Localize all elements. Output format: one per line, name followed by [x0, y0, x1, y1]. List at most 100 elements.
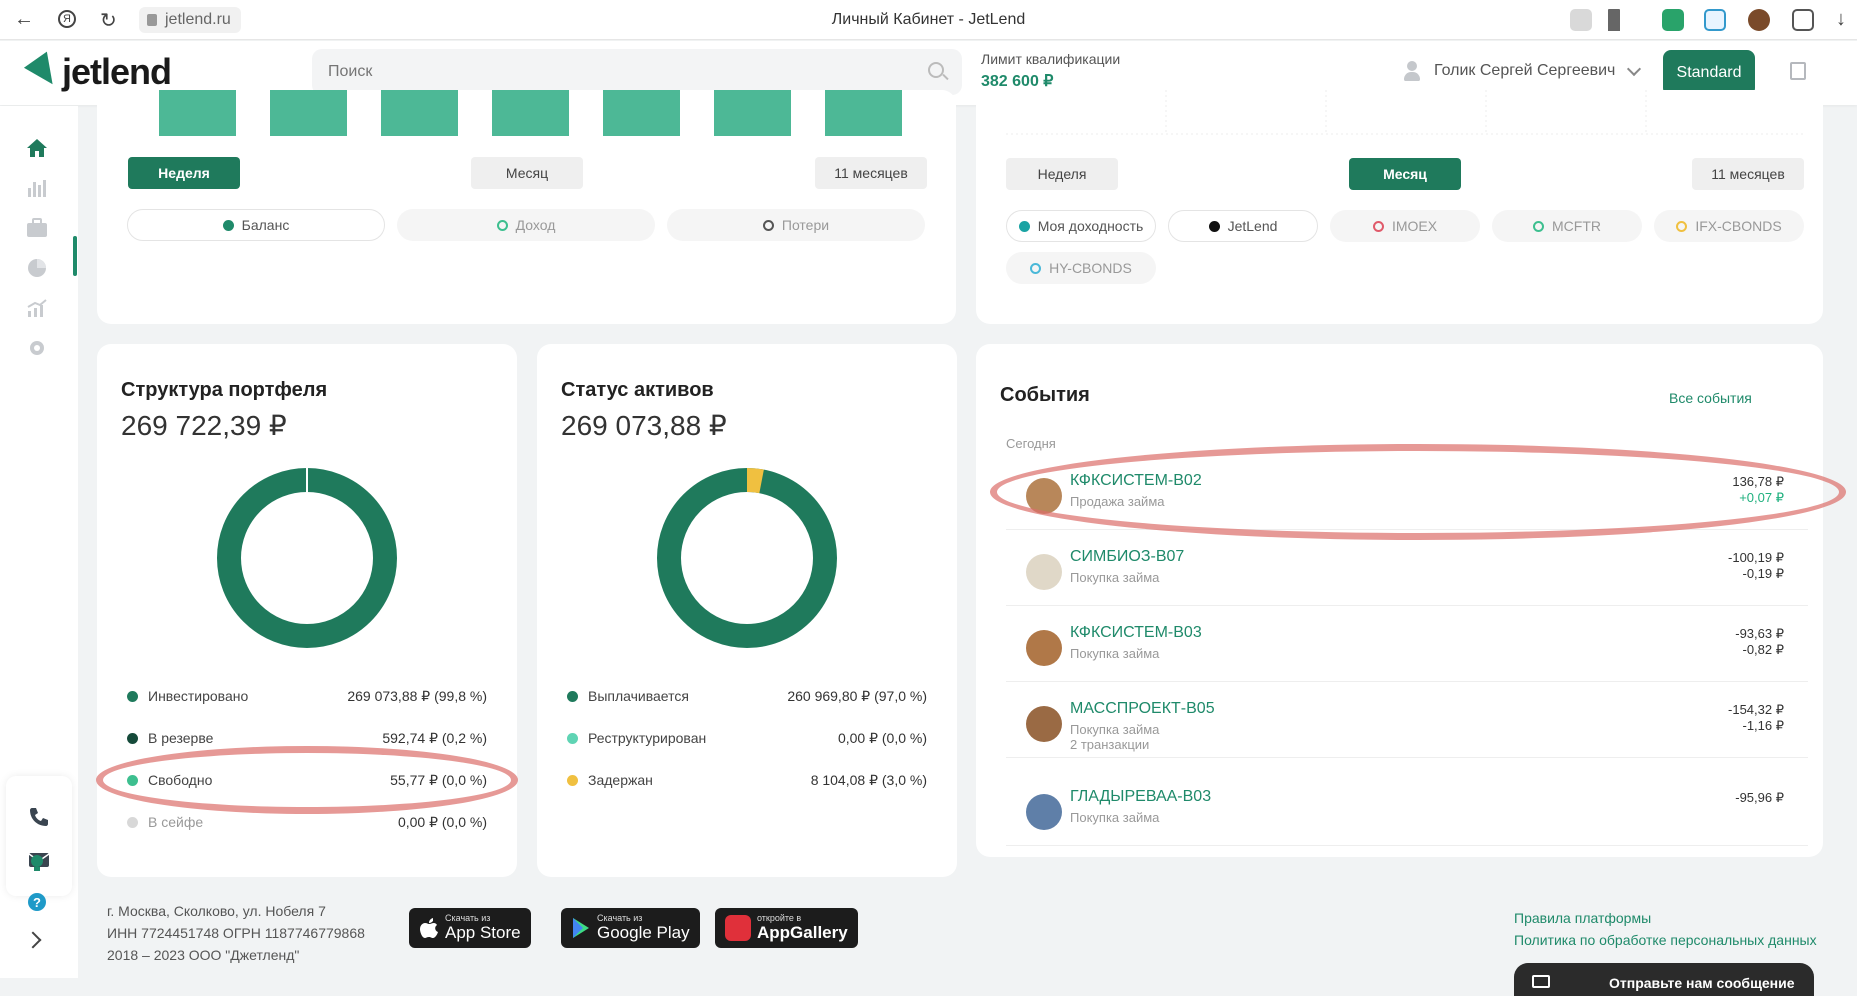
yield-period-week-button[interactable]: Неделя — [1006, 158, 1118, 190]
legend-label: Задержан — [588, 772, 653, 788]
legend-ifx-cbonds[interactable]: IFX-CBONDS — [1654, 210, 1804, 242]
search-icon[interactable] — [928, 62, 944, 78]
chevron-down-icon[interactable] — [1627, 61, 1642, 76]
balance-bar — [159, 90, 236, 136]
balance-bar — [492, 90, 569, 136]
user-menu[interactable]: Голик Сергей Сергеевич — [1404, 61, 1642, 81]
period-month-button[interactable]: Месяц — [471, 157, 583, 189]
yield-period-month-button[interactable]: Месяц — [1349, 158, 1461, 190]
phone-icon[interactable] — [28, 806, 50, 828]
legend-dot — [222, 219, 234, 231]
shield-extension-icon[interactable] — [1662, 9, 1684, 31]
bar-chart — [159, 90, 902, 136]
event-name[interactable]: КФКСИСТЕМ-В03 — [1070, 624, 1202, 642]
briefcase-icon[interactable] — [26, 218, 48, 238]
bookmark-icon[interactable] — [1608, 9, 1620, 31]
logout-icon[interactable] — [1790, 62, 1806, 80]
legend-ring — [1372, 220, 1384, 232]
home-icon[interactable] — [26, 138, 48, 158]
legend-dot — [567, 774, 578, 786]
company-avatar — [1026, 794, 1062, 830]
event-name[interactable]: МАССПРОЕКТ-В05 — [1070, 700, 1215, 718]
message-icon — [1532, 975, 1550, 988]
cookie-icon[interactable] — [1748, 9, 1770, 31]
portfolio-title: Структура портфеля — [121, 379, 328, 401]
legend-ring — [496, 219, 508, 231]
privacy-policy-link[interactable]: Политика по обработке персональных данны… — [1514, 932, 1817, 948]
platform-rules-link[interactable]: Правила платформы — [1514, 910, 1651, 926]
asset-status-card: Статус активов 269 073,88 ₽ Выплачиваетс… — [537, 344, 957, 877]
svg-text:?: ? — [33, 895, 41, 910]
google-play-icon — [573, 918, 589, 938]
legend-ring — [762, 219, 774, 231]
event-row[interactable]: КФКСИСТЕМ-В02 Продажа займа 136,78 ₽ +0,07 … — [1006, 460, 1808, 530]
stats-icon[interactable] — [26, 178, 48, 198]
event-type: Продажа займа — [1070, 494, 1165, 509]
download-icon[interactable]: ↓ — [1836, 8, 1846, 31]
legend-ring — [1030, 262, 1042, 274]
legend-income[interactable]: Доход — [397, 209, 655, 241]
event-name[interactable]: КФКСИСТЕМ-В02 — [1070, 472, 1202, 490]
lightbulb-icon[interactable] — [27, 852, 47, 874]
event-row[interactable]: КФКСИСТЕМ-В03 Покупка займа -93,63 ₽ -0,82 … — [1006, 612, 1808, 682]
event-type: Покупка займа — [1070, 570, 1160, 585]
legend-hy-cbonds[interactable]: HY-CBONDS — [1006, 252, 1156, 284]
legend-label: Реструктурирован — [588, 730, 707, 746]
footer-address: г. Москва, Сколково, ул. Нобеля 7 ИНН 77… — [107, 903, 365, 963]
period-week-button[interactable]: Неделя — [128, 157, 240, 189]
legend-my-yield[interactable]: Моя доходность — [1006, 210, 1156, 242]
legend-dot — [127, 816, 138, 828]
assets-donut — [657, 468, 837, 648]
huawei-icon — [725, 915, 751, 941]
legend-dot — [127, 774, 138, 786]
legend-value: 260 969,80 ₽ (97,0 %) — [787, 687, 927, 704]
chevron-right-icon[interactable] — [24, 931, 42, 949]
all-events-link[interactable]: Все события — [1669, 390, 1752, 406]
event-amount: -154,32 ₽ -1,16 ₽ — [1728, 702, 1784, 733]
events-section-label: Сегодня — [1006, 436, 1056, 451]
legend-imoex[interactable]: IMOEX — [1330, 210, 1480, 242]
chat-button[interactable]: Отправьте нам сообщение — [1514, 963, 1814, 996]
event-name[interactable]: ГЛАДЫРЕВАА-В03 — [1070, 788, 1211, 806]
event-amount: -100,19 ₽ -0,19 ₽ — [1728, 550, 1784, 581]
legend-dot — [567, 690, 578, 702]
legend-mcftr[interactable]: MCFTR — [1492, 210, 1642, 242]
assets-title: Статус активов — [561, 379, 714, 401]
app-gallery-button[interactable]: откройте в AppGallery — [715, 908, 858, 948]
yield-period-11months-button[interactable]: 11 месяцев — [1692, 158, 1804, 190]
assets-amount: 269 073,88 ₽ — [561, 410, 727, 441]
assets-legend-row: Выплачивается 260 969,80 ₽ (97,0 %) — [567, 686, 927, 706]
event-row[interactable]: ГЛАДЫРЕВАА-В03 Покупка займа -95,96 ₽ — [1006, 776, 1808, 846]
legend-label: Инвестировано — [148, 688, 249, 704]
legend-losses[interactable]: Потери — [667, 209, 925, 241]
balance-bar — [825, 90, 902, 136]
search-input[interactable] — [312, 49, 962, 95]
legend-value: 592,74 ₽ (0,2 %) — [382, 729, 487, 746]
event-name[interactable]: СИМБИОЗ-В07 — [1070, 548, 1184, 566]
n-extension-icon[interactable] — [1704, 9, 1726, 31]
legend-value: 269 073,88 ₽ (99,8 %) — [347, 687, 487, 704]
extensions-icon[interactable] — [1792, 9, 1814, 31]
event-amount: 136,78 ₽ +0,07 ₽ — [1732, 474, 1784, 505]
qualification-limit: Лимит квалификации 382 600 ₽ — [981, 51, 1121, 90]
gear-icon[interactable] — [26, 338, 48, 358]
analytics-icon[interactable] — [26, 298, 48, 318]
legend-jetlend[interactable]: JetLend — [1168, 210, 1318, 242]
portfolio-legend-row: Инвестировано 269 073,88 ₽ (99,8 %) — [127, 686, 487, 706]
event-amount: -95,96 ₽ — [1735, 790, 1784, 805]
app-store-button[interactable]: Скачать из App Store — [409, 908, 531, 948]
event-row[interactable]: СИМБИОЗ-В07 Покупка займа -100,19 ₽ -0,19 ₽ — [1006, 536, 1808, 606]
sidebar: ? — [0, 106, 78, 978]
period-11months-button[interactable]: 11 месяцев — [815, 157, 927, 189]
event-row[interactable]: МАССПРОЕКТ-В05 Покупка займа 2 транзакции -… — [1006, 688, 1808, 758]
event-amount: -93,63 ₽ -0,82 ₽ — [1735, 626, 1784, 657]
help-icon[interactable]: ? — [27, 892, 47, 912]
translate-icon[interactable] — [1570, 9, 1592, 31]
google-play-button[interactable]: Скачать из Google Play — [561, 908, 700, 948]
legend-value: 55,77 ₽ (0,0 %) — [390, 771, 487, 788]
user-name: Голик Сергей Сергеевич — [1434, 62, 1616, 79]
legend-balance[interactable]: Баланс — [127, 209, 385, 241]
pie-chart-icon[interactable] — [26, 258, 48, 278]
jetlend-logo[interactable]: jetlend — [23, 51, 172, 93]
legend-value: 8 104,08 ₽ (3,0 %) — [810, 771, 927, 788]
